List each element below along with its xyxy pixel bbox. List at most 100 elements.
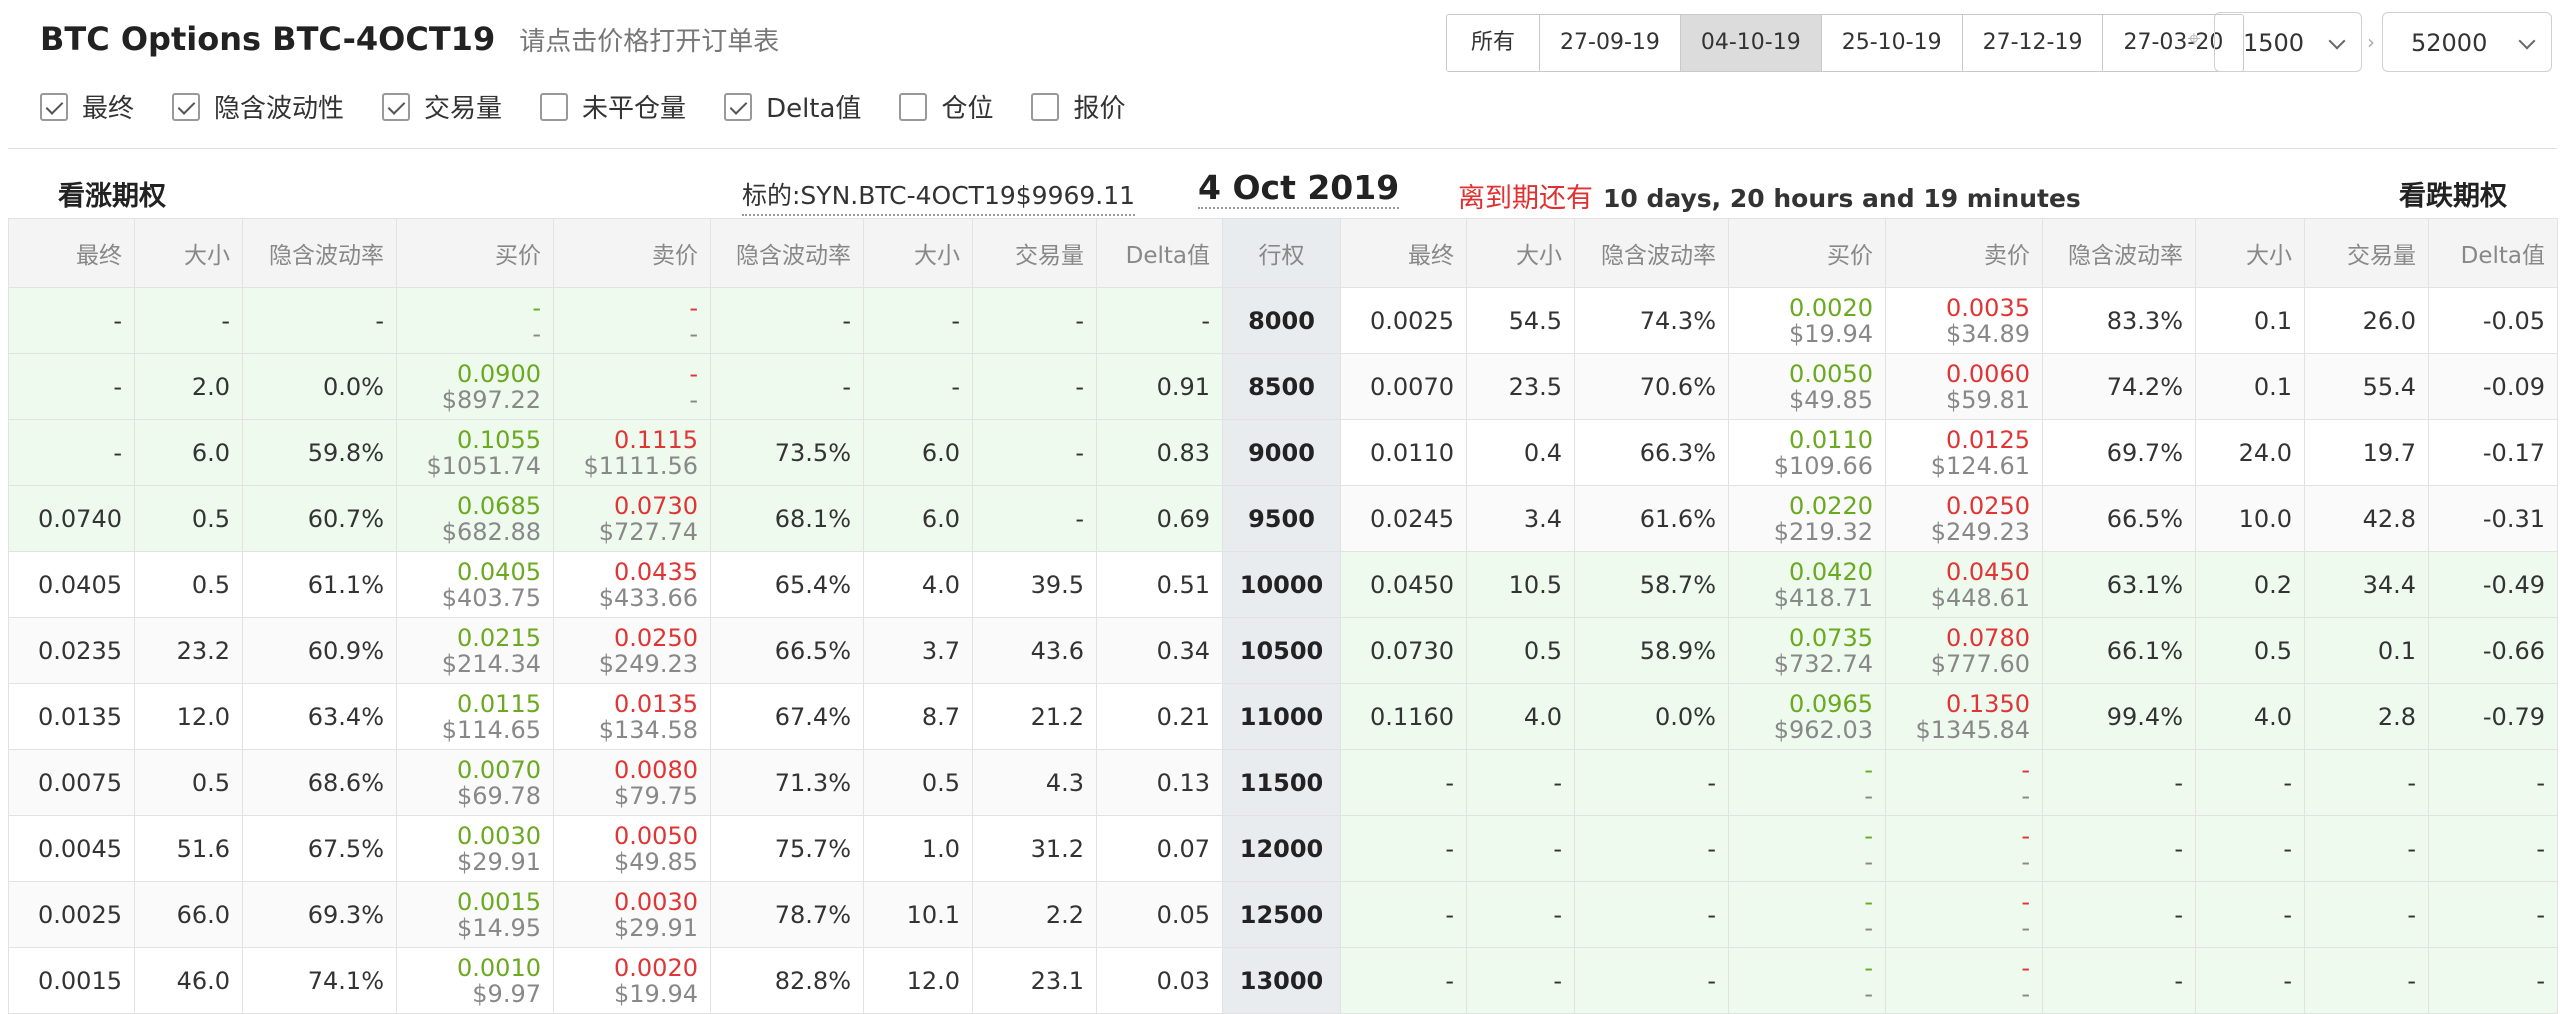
put-bid-cell[interactable]: 0.0965 $962.03 bbox=[1728, 683, 1886, 750]
column-header[interactable]: Delta值 bbox=[1096, 218, 1223, 288]
call-bid-price[interactable]: 0.0015 bbox=[409, 889, 541, 915]
column-header[interactable]: 隐含波动率 bbox=[242, 218, 397, 288]
put-ask-cell[interactable]: 0.0035 $34.89 bbox=[1885, 287, 2043, 354]
checkbox[interactable] bbox=[172, 92, 201, 121]
call-ask-cell[interactable]: 0.0080 $79.75 bbox=[553, 749, 711, 816]
call-bid-cell[interactable]: 0.0685 $682.88 bbox=[396, 485, 554, 552]
call-ask-price[interactable]: 0.0080 bbox=[566, 757, 698, 783]
column-header[interactable]: 大小 bbox=[2195, 218, 2305, 288]
call-bid-price[interactable]: 0.0115 bbox=[409, 691, 541, 717]
call-ask-cell[interactable]: 0.1115 $1111.56 bbox=[553, 419, 711, 486]
call-bid-price[interactable]: 0.0900 bbox=[409, 361, 541, 387]
checkbox[interactable] bbox=[40, 92, 68, 121]
column-header[interactable]: Delta值 bbox=[2428, 218, 2558, 288]
call-ask-cell[interactable]: 0.0030 $29.91 bbox=[553, 881, 711, 948]
call-ask-price[interactable]: 0.1115 bbox=[566, 427, 698, 453]
put-bid-cell[interactable]: 0.0020 $19.94 bbox=[1728, 287, 1886, 354]
checkbox[interactable] bbox=[540, 92, 569, 121]
put-ask-price[interactable]: 0.0250 bbox=[1898, 493, 2030, 519]
call-bid-price[interactable]: 0.0405 bbox=[409, 559, 541, 585]
call-bid-price[interactable]: 0.0685 bbox=[409, 493, 541, 519]
expiry-tab-27-09-19[interactable]: 27-09-19 bbox=[1539, 15, 1680, 71]
toggle-quotes[interactable]: 报价 bbox=[1031, 88, 1125, 125]
call-ask-price[interactable]: - bbox=[566, 295, 698, 321]
call-bid-cell[interactable]: 0.0010 $9.97 bbox=[396, 947, 554, 1014]
call-bid-cell[interactable]: 0.0405 $403.75 bbox=[396, 551, 554, 618]
call-ask-price[interactable]: 0.0020 bbox=[566, 955, 698, 981]
toggle-open-interest[interactable]: 未平仓量 bbox=[540, 88, 686, 125]
call-bid-cell[interactable]: 0.0070 $69.78 bbox=[396, 749, 554, 816]
call-bid-price[interactable]: - bbox=[409, 295, 541, 321]
call-ask-cell[interactable]: -- bbox=[553, 287, 711, 354]
call-ask-cell[interactable]: 0.0730 $727.74 bbox=[553, 485, 711, 552]
expiry-tab-04-10-19[interactable]: 04-10-19 bbox=[1679, 15, 1821, 71]
column-header[interactable]: 交易量 bbox=[972, 218, 1097, 288]
checkbox[interactable] bbox=[382, 92, 411, 121]
put-ask-price[interactable]: - bbox=[1898, 757, 2030, 783]
call-bid-cell[interactable]: -- bbox=[396, 287, 554, 354]
column-header[interactable]: 大小 bbox=[1466, 218, 1575, 288]
column-header[interactable]: 卖价 bbox=[553, 218, 711, 288]
put-bid-price[interactable]: - bbox=[1741, 955, 1873, 981]
put-bid-price[interactable]: 0.0020 bbox=[1741, 295, 1873, 321]
put-bid-cell[interactable]: 0.0220 $219.32 bbox=[1728, 485, 1886, 552]
toggle-last[interactable]: 最终 bbox=[40, 88, 134, 125]
put-ask-cell[interactable]: 0.0780 $777.60 bbox=[1885, 617, 2043, 684]
call-bid-price[interactable]: 0.0030 bbox=[409, 823, 541, 849]
column-header[interactable]: 隐含波动率 bbox=[1574, 218, 1729, 288]
column-header[interactable]: 交易量 bbox=[2304, 218, 2429, 288]
put-bid-price[interactable]: - bbox=[1741, 823, 1873, 849]
put-bid-cell[interactable]: 0.0050 $49.85 bbox=[1728, 353, 1886, 420]
column-header[interactable]: 隐含波动率 bbox=[2042, 218, 2196, 288]
column-header[interactable]: 买价 bbox=[396, 218, 554, 288]
call-ask-price[interactable]: 0.0730 bbox=[566, 493, 698, 519]
put-ask-cell[interactable]: -- bbox=[1885, 881, 2043, 948]
call-ask-cell[interactable]: 0.0020 $19.94 bbox=[553, 947, 711, 1014]
put-ask-cell[interactable]: 0.0250 $249.23 bbox=[1885, 485, 2043, 552]
checkbox[interactable] bbox=[1031, 92, 1060, 121]
put-bid-cell[interactable]: -- bbox=[1728, 749, 1886, 816]
put-ask-cell[interactable]: 0.0125 $124.61 bbox=[1885, 419, 2043, 486]
call-bid-price[interactable]: 0.0215 bbox=[409, 625, 541, 651]
call-ask-price[interactable]: 0.0135 bbox=[566, 691, 698, 717]
expiry-tab-27-12-19[interactable]: 27-12-19 bbox=[1961, 15, 2103, 71]
expiry-tab-25-10-19[interactable]: 25-10-19 bbox=[1820, 15, 1962, 71]
call-bid-cell[interactable]: 0.0015 $14.95 bbox=[396, 881, 554, 948]
put-ask-price[interactable]: 0.0035 bbox=[1898, 295, 2030, 321]
range-high-select[interactable]: 52000 bbox=[2382, 12, 2552, 72]
call-ask-price[interactable]: 0.0030 bbox=[566, 889, 698, 915]
put-bid-price[interactable]: 0.0110 bbox=[1741, 427, 1873, 453]
put-ask-cell[interactable]: -- bbox=[1885, 749, 2043, 816]
put-bid-price[interactable]: - bbox=[1741, 757, 1873, 783]
call-bid-cell[interactable]: 0.0115 $114.65 bbox=[396, 683, 554, 750]
call-ask-cell[interactable]: 0.0250 $249.23 bbox=[553, 617, 711, 684]
put-bid-price[interactable]: 0.0965 bbox=[1741, 691, 1873, 717]
toggle-delta[interactable]: Delta值 bbox=[724, 88, 861, 125]
put-ask-price[interactable]: - bbox=[1898, 955, 2030, 981]
put-bid-price[interactable]: 0.0050 bbox=[1741, 361, 1873, 387]
put-bid-cell[interactable]: -- bbox=[1728, 881, 1886, 948]
range-low-select[interactable]: 1500 bbox=[2214, 12, 2362, 72]
call-bid-cell[interactable]: 0.0030 $29.91 bbox=[396, 815, 554, 882]
put-bid-cell[interactable]: 0.0420 $418.71 bbox=[1728, 551, 1886, 618]
call-ask-cell[interactable]: 0.0435 $433.66 bbox=[553, 551, 711, 618]
column-header[interactable]: 最终 bbox=[8, 218, 135, 288]
call-ask-cell[interactable]: -- bbox=[553, 353, 711, 420]
call-ask-price[interactable]: 0.0250 bbox=[566, 625, 698, 651]
put-bid-cell[interactable]: -- bbox=[1728, 815, 1886, 882]
column-header[interactable]: 大小 bbox=[134, 218, 243, 288]
put-ask-cell[interactable]: 0.1350 $1345.84 bbox=[1885, 683, 2043, 750]
put-ask-cell[interactable]: -- bbox=[1885, 947, 2043, 1014]
put-ask-cell[interactable]: 0.0450 $448.61 bbox=[1885, 551, 2043, 618]
column-header[interactable]: 卖价 bbox=[1885, 218, 2043, 288]
put-bid-price[interactable]: 0.0220 bbox=[1741, 493, 1873, 519]
toggle-volume[interactable]: 交易量 bbox=[382, 88, 502, 125]
put-bid-cell[interactable]: 0.0735 $732.74 bbox=[1728, 617, 1886, 684]
call-ask-price[interactable]: 0.0435 bbox=[566, 559, 698, 585]
crosshair-icon[interactable]: ⌖ bbox=[2182, 28, 2206, 52]
call-ask-cell[interactable]: 0.0050 $49.85 bbox=[553, 815, 711, 882]
put-bid-cell[interactable]: 0.0110 $109.66 bbox=[1728, 419, 1886, 486]
put-bid-cell[interactable]: -- bbox=[1728, 947, 1886, 1014]
call-bid-price[interactable]: 0.0010 bbox=[409, 955, 541, 981]
call-bid-price[interactable]: 0.1055 bbox=[409, 427, 541, 453]
